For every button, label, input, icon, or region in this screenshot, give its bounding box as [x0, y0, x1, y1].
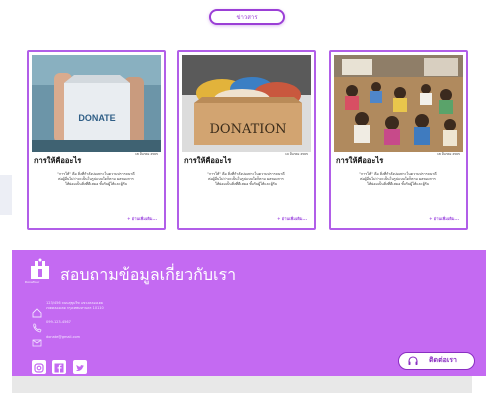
- news-card-2[interactable]: DONATION 19 มีนาคม 2565 การให้คือ​อะไร "…: [177, 50, 316, 230]
- card-title: การให้คือ​อะไร: [336, 156, 384, 165]
- donatour-logo: [30, 258, 50, 280]
- card-date: 18 มีนาคม 2565: [134, 152, 158, 156]
- headset-icon: [407, 355, 419, 373]
- card-2-image-label: DONATION: [210, 122, 287, 137]
- card-1-image: DONATE: [32, 55, 161, 152]
- contact-us-button[interactable]: ติดต่อเรา: [398, 352, 475, 370]
- twitter-icon[interactable]: [73, 360, 87, 374]
- instagram-icon[interactable]: [32, 360, 46, 374]
- side-decoration: [0, 175, 12, 215]
- facebook-icon[interactable]: [52, 360, 66, 374]
- news-card-3[interactable]: 18 มีนาคม 2565 การให้คือ​อะไร "การให้" ค…: [329, 50, 468, 230]
- card-3-image: [334, 55, 463, 152]
- email-text: donate@gmail.com: [46, 335, 81, 339]
- read-more-link[interactable]: + อ่านเพิ่มเติม...: [277, 215, 307, 222]
- card-description: "การให้" คือ สิ่งที่กำลังบ่มเพาะในความปร…: [359, 172, 437, 186]
- card-date: 18 มีนาคม 2565: [436, 152, 460, 156]
- contact-us-label: ติดต่อเรา: [429, 357, 457, 364]
- card-1-image-label: DONATE: [78, 113, 115, 123]
- read-more-link[interactable]: + อ่านเพิ่มเติม...: [127, 215, 157, 222]
- card-date: 19 มีนาคม 2565: [284, 152, 308, 156]
- phone-icon: [32, 318, 42, 333]
- footer-shadow: [12, 376, 472, 393]
- card-description: "การให้" คือ สิ่งที่กำลังบ่มเพาะในความปร…: [57, 172, 135, 186]
- card-title: การให้คือ​อะไร: [184, 156, 232, 165]
- read-more-link[interactable]: + อ่านเพิ่มเติม...: [429, 215, 459, 222]
- news-card-1[interactable]: DONATE 18 มีนาคม 2565 การให้คือ​อะไร "กา…: [27, 50, 166, 230]
- address-line-2: เขตคลองเตย กรุงเทพมหานคร 10110: [46, 306, 104, 310]
- logo-text: DonaTour: [25, 280, 40, 284]
- home-icon: [32, 303, 42, 318]
- news-button[interactable]: ข่าวสาร: [209, 9, 285, 25]
- mail-icon: [32, 333, 42, 347]
- card-description: "การให้" คือ สิ่งที่กำลังบ่มเพาะในความปร…: [207, 172, 285, 186]
- phone-text: 099-123-4567: [46, 320, 71, 324]
- card-2-image: DONATION: [182, 55, 311, 152]
- address-text: 123/456 ถนนสุขุมวิท แขวงคลองเตย เขตคลองเ…: [46, 301, 104, 311]
- contact-title: สอบถามข้อมูลเกี่ยวกับเรา: [60, 265, 237, 284]
- card-title: การให้คือ​อะไร: [34, 156, 82, 165]
